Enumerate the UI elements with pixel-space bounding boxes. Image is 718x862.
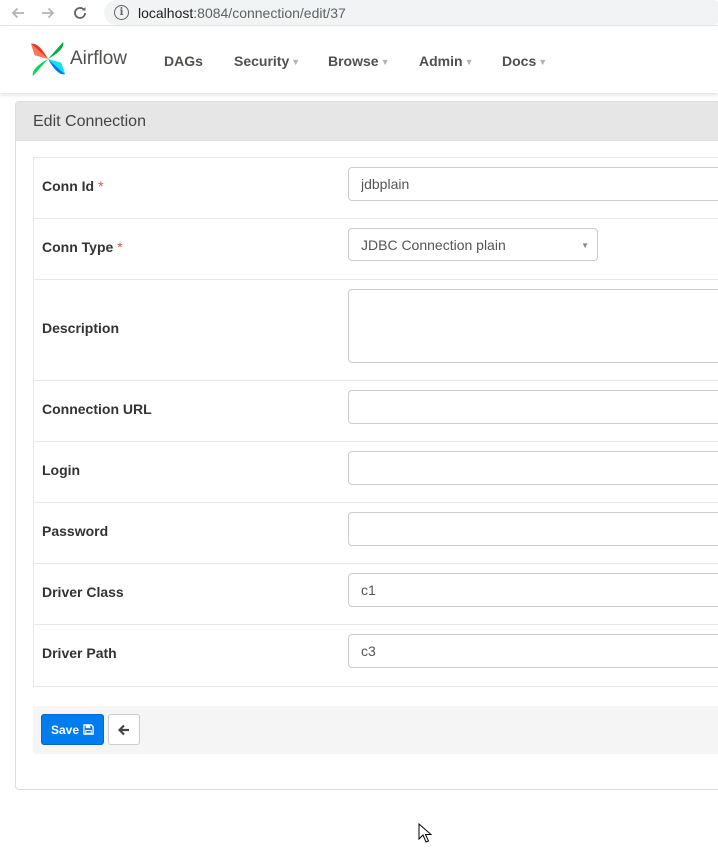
arrow-left-icon xyxy=(118,724,129,735)
conn-type-select[interactable]: JDBC Connection plain ▼ xyxy=(348,228,598,261)
required-mark: * xyxy=(117,239,123,255)
caret-down-icon: ▼ xyxy=(538,57,548,67)
conn-type-label-text: Conn Type xyxy=(42,239,114,255)
edit-connection-panel: Edit Connection Conn Id* Conn Type* JDBC… xyxy=(15,101,718,790)
caret-down-icon: ▼ xyxy=(380,57,390,67)
save-label: Save xyxy=(50,722,80,737)
dropdown-arrow-icon: ▼ xyxy=(581,241,589,250)
return-button[interactable] xyxy=(108,714,140,745)
row-driver-path: Driver Path xyxy=(34,625,718,686)
conn-type-value: JDBC Connection plain xyxy=(361,236,506,253)
driver-path-input[interactable] xyxy=(348,634,718,668)
login-label: Login xyxy=(42,462,81,478)
nav-docs-label: Docs xyxy=(502,53,537,69)
driver-class-input[interactable] xyxy=(348,573,718,607)
row-conn-id: Conn Id * xyxy=(34,158,718,219)
mouse-cursor-icon xyxy=(418,822,433,848)
nav-dags-label: DAGs xyxy=(164,53,203,69)
reload-icon[interactable] xyxy=(68,1,92,25)
forward-arrow-icon[interactable] xyxy=(36,1,60,25)
nav-security-label: Security xyxy=(234,53,290,69)
connection-form: Conn Id* Conn Type* JDBC Connection plai… xyxy=(33,157,718,687)
row-connection-url: Connection URL xyxy=(34,381,718,442)
floppy-disk-icon xyxy=(83,724,94,735)
airflow-logo-icon xyxy=(30,41,66,77)
nav-admin[interactable]: Admin ▼ xyxy=(419,53,473,69)
nav-docs[interactable]: Docs ▼ xyxy=(502,53,547,69)
back-arrow-icon[interactable] xyxy=(6,1,30,25)
conn-id-label-text: Conn Id xyxy=(42,178,95,194)
description-label: Description xyxy=(42,320,120,336)
browser-toolbar: i localhost:8084/connection/edit/37 xyxy=(0,0,718,26)
row-login: Login xyxy=(34,442,718,503)
password-input[interactable] xyxy=(348,512,718,546)
conn-id-input[interactable] xyxy=(348,167,718,201)
nav-dags[interactable]: DAGs xyxy=(164,53,203,69)
conn-id-label: Conn Id * xyxy=(42,178,104,194)
caret-down-icon: ▼ xyxy=(464,57,474,67)
connection-url-input[interactable] xyxy=(348,390,718,424)
conn-type-label: Conn Type * xyxy=(42,239,123,255)
brand-link[interactable]: Airflow xyxy=(29,40,127,78)
login-input[interactable] xyxy=(348,451,718,485)
url-host: localhost xyxy=(138,4,194,21)
url-text: localhost:8084/connection/edit/37 xyxy=(138,5,346,21)
brand-name: Airflow xyxy=(70,48,128,69)
url-path: :8084/connection/edit/37 xyxy=(193,4,346,21)
password-label: Password xyxy=(42,523,109,539)
form-actions: Save xyxy=(33,706,718,754)
driver-path-label: Driver Path xyxy=(42,645,117,661)
airflow-navbar: Airflow DAGs Security ▼ Browse ▼ Admin ▼ Do… xyxy=(0,27,718,93)
required-mark: * xyxy=(98,178,104,194)
connection-url-label: Connection URL xyxy=(42,401,152,417)
nav-browse[interactable]: Browse ▼ xyxy=(328,53,390,69)
row-description: Description xyxy=(34,280,718,381)
nav-browse-label: Browse xyxy=(328,53,379,69)
row-conn-type: Conn Type * JDBC Connection plain ▼ xyxy=(34,219,718,280)
row-driver-class: Driver Class xyxy=(34,564,718,625)
description-textarea[interactable] xyxy=(348,289,718,363)
row-password: Password xyxy=(34,503,718,564)
info-icon[interactable]: i xyxy=(114,5,129,20)
save-button[interactable]: Save xyxy=(41,714,104,745)
driver-class-label: Driver Class xyxy=(42,584,124,600)
caret-down-icon: ▼ xyxy=(291,57,301,67)
nav-security[interactable]: Security ▼ xyxy=(234,53,300,69)
address-bar[interactable]: i localhost:8084/connection/edit/37 xyxy=(104,0,718,25)
panel-title: Edit Connection xyxy=(16,102,718,141)
nav-admin-label: Admin xyxy=(419,53,463,69)
